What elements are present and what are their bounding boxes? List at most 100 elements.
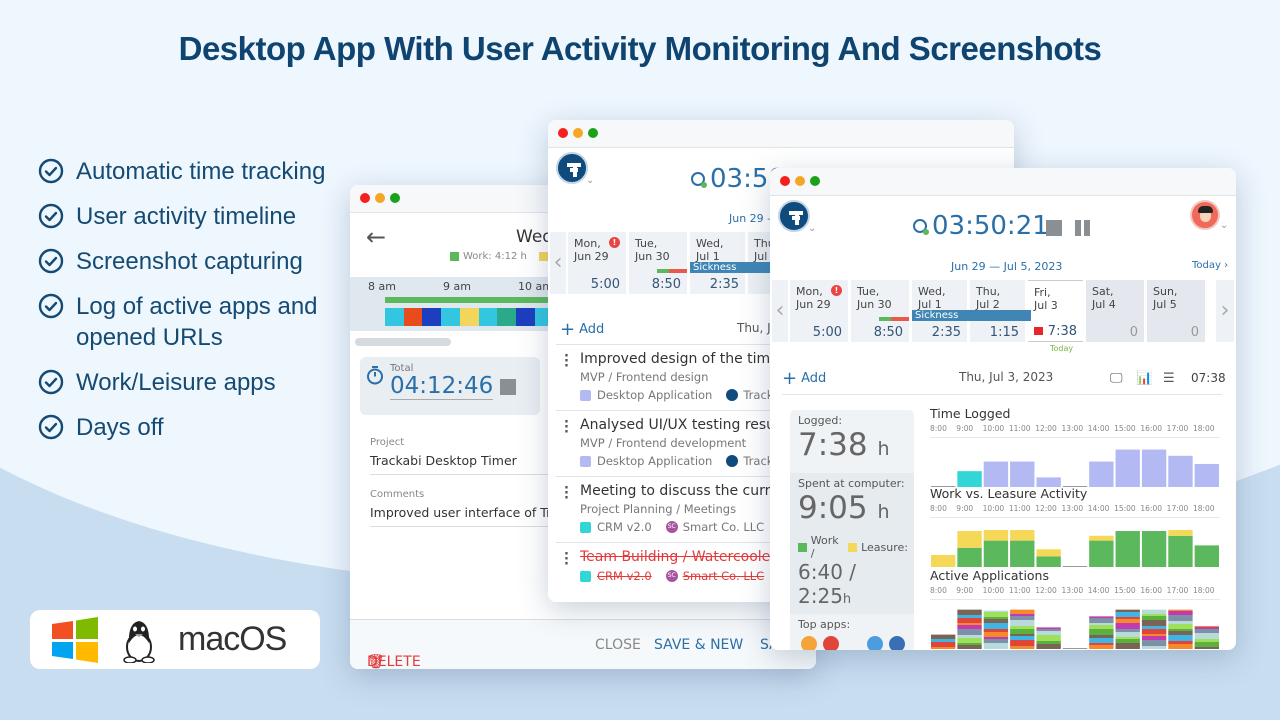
feature-label: Log of active apps and opened URLs xyxy=(76,293,318,351)
bar-app-segment xyxy=(1168,641,1193,644)
day-cell[interactable]: Sun, Jul 5 0 xyxy=(1147,280,1205,342)
x-tick-label: 18:00 xyxy=(1192,504,1215,513)
check-circle-icon xyxy=(38,369,64,395)
bar-app-segment xyxy=(1089,629,1114,635)
logged-label: Logged: xyxy=(798,414,843,427)
bar-app-segment xyxy=(931,642,956,647)
x-tick-label: 10:00 xyxy=(982,424,1005,433)
bar-app-segment xyxy=(957,645,982,649)
x-tick-label: 16:00 xyxy=(1140,424,1162,433)
check-circle-icon xyxy=(38,248,64,274)
feature-label: Automatic time tracking xyxy=(76,158,326,185)
add-entry-button[interactable]: + Add xyxy=(782,368,826,389)
day-cell[interactable]: Tue, Jun 30 8:50 xyxy=(851,280,909,342)
bar-app-segment xyxy=(1115,612,1140,617)
chevron-down-icon[interactable]: ⌄ xyxy=(1220,220,1228,231)
feature-label: Work/Leisure apps xyxy=(76,369,276,396)
x-tick-label: 8:00 xyxy=(930,424,947,433)
maximize-window-button[interactable] xyxy=(390,193,400,203)
bar-app-segment xyxy=(1010,634,1035,636)
day-total: 8:50 xyxy=(651,277,681,292)
bar-app-segment xyxy=(983,612,1009,617)
close-button[interactable]: CLOSE xyxy=(595,637,641,653)
day-cell[interactable]: Tue, Jun 30 8:50 xyxy=(629,232,687,294)
bar-app-segment xyxy=(1141,636,1167,640)
add-entry-button[interactable]: + Add xyxy=(560,319,604,340)
chart-0: Time Logged 8:00 9:00 10:00 11:00 12:00 13:00 1… xyxy=(930,406,1220,487)
bar-app-segment xyxy=(1141,616,1167,620)
day-name: Wed, xyxy=(918,285,946,298)
x-tick-label: 18:00 xyxy=(1192,424,1215,433)
comments-field[interactable]: Comments Improved user interface of Trac… xyxy=(370,489,580,527)
day-cell[interactable]: Mon, Jun 29! 5:00 xyxy=(568,232,626,294)
platforms-box: macOS xyxy=(30,610,320,669)
bar xyxy=(983,461,1009,487)
chevron-down-icon[interactable]: ⌄ xyxy=(586,175,594,186)
close-window-button[interactable] xyxy=(780,176,790,186)
day-date: Jun 30 xyxy=(635,250,670,263)
close-window-button[interactable] xyxy=(360,193,370,203)
bar-app-segment xyxy=(1010,616,1035,620)
total-value[interactable]: 04:12:46 xyxy=(390,373,494,400)
bar-app-segment xyxy=(957,625,982,629)
day-cell[interactable]: Mon, Jun 29! 5:00 xyxy=(790,280,848,342)
user-avatar[interactable] xyxy=(1190,200,1220,230)
chart-view-icon[interactable]: 📊 xyxy=(1136,371,1152,386)
maximize-window-button[interactable] xyxy=(588,128,598,138)
minimize-window-button[interactable] xyxy=(375,193,385,203)
bar-app-segment xyxy=(1141,640,1167,646)
list-view-icon[interactable]: ☰ xyxy=(1163,371,1175,386)
pause-button[interactable] xyxy=(1075,220,1091,236)
bar-app-segment xyxy=(1115,643,1140,649)
minimize-window-button[interactable] xyxy=(573,128,583,138)
horizontal-scrollbar[interactable] xyxy=(355,338,451,346)
x-tick-label: 8:00 xyxy=(930,504,947,513)
top-app-item: 14% xyxy=(842,636,864,650)
bar-app-segment xyxy=(1141,629,1167,634)
bar-app-segment xyxy=(957,623,982,625)
date-range[interactable]: Jun 29 — Jul 5, 2023 xyxy=(951,260,1062,273)
maximize-window-button[interactable] xyxy=(810,176,820,186)
screenshots-view-icon[interactable]: 🖵 xyxy=(1110,371,1123,386)
trackabi-logo-icon[interactable] xyxy=(778,200,810,232)
stop-button[interactable] xyxy=(500,379,516,395)
prev-week-button[interactable]: ‹ xyxy=(550,232,566,294)
day-total: 0 xyxy=(1190,325,1199,340)
entry-client: Smart Co. LLC xyxy=(682,569,765,583)
sickness-bar: Sickness xyxy=(912,310,1031,321)
check-circle-icon xyxy=(38,158,64,184)
project-label: Project xyxy=(370,437,405,448)
chevron-down-icon[interactable]: ⌄ xyxy=(808,223,816,234)
day-total: 2:35 xyxy=(931,325,961,340)
date-range[interactable]: Jun 29 – xyxy=(729,212,773,225)
bar-app-segment xyxy=(1115,619,1140,623)
x-tick-label: 17:00 xyxy=(1166,424,1189,433)
activity-segment xyxy=(478,308,498,326)
more-options-icon[interactable]: · · · xyxy=(564,350,569,373)
stop-button[interactable] xyxy=(1046,220,1062,236)
today-link[interactable]: Today › xyxy=(1192,260,1228,271)
next-week-button[interactable]: › xyxy=(1216,280,1234,342)
bar-app-segment xyxy=(1115,623,1140,629)
activity-segment xyxy=(441,308,460,326)
x-tick-label: 10:00 xyxy=(982,504,1005,513)
minimize-window-button[interactable] xyxy=(795,176,805,186)
day-cell[interactable]: Sat, Jul 4 0 xyxy=(1086,280,1144,342)
more-options-icon[interactable]: · · · xyxy=(564,482,569,505)
entry-tag: Desktop Application xyxy=(597,454,713,468)
bar-app-segment xyxy=(1194,629,1219,633)
close-window-button[interactable] xyxy=(558,128,568,138)
project-field[interactable]: Project Trackabi Desktop Timer xyxy=(370,437,570,475)
day-cell[interactable]: Fri, Jul 3 7:38 xyxy=(1028,280,1083,342)
total-timer-box: Total 04:12:46 xyxy=(360,357,540,415)
bar-app-segment xyxy=(1115,609,1140,612)
save-and-new-button[interactable]: SAVE & NEW xyxy=(654,637,743,653)
bar-app-segment xyxy=(1089,623,1114,625)
prev-week-button[interactable]: ‹ xyxy=(772,280,788,342)
day-total: 2:35 xyxy=(709,277,739,292)
more-options-icon[interactable]: · · · xyxy=(564,416,569,439)
more-options-icon[interactable]: · · · xyxy=(564,548,569,571)
tag-color-icon xyxy=(580,570,591,582)
arrow-left-icon[interactable]: ← xyxy=(366,223,386,251)
trackabi-logo-icon[interactable] xyxy=(556,152,588,184)
